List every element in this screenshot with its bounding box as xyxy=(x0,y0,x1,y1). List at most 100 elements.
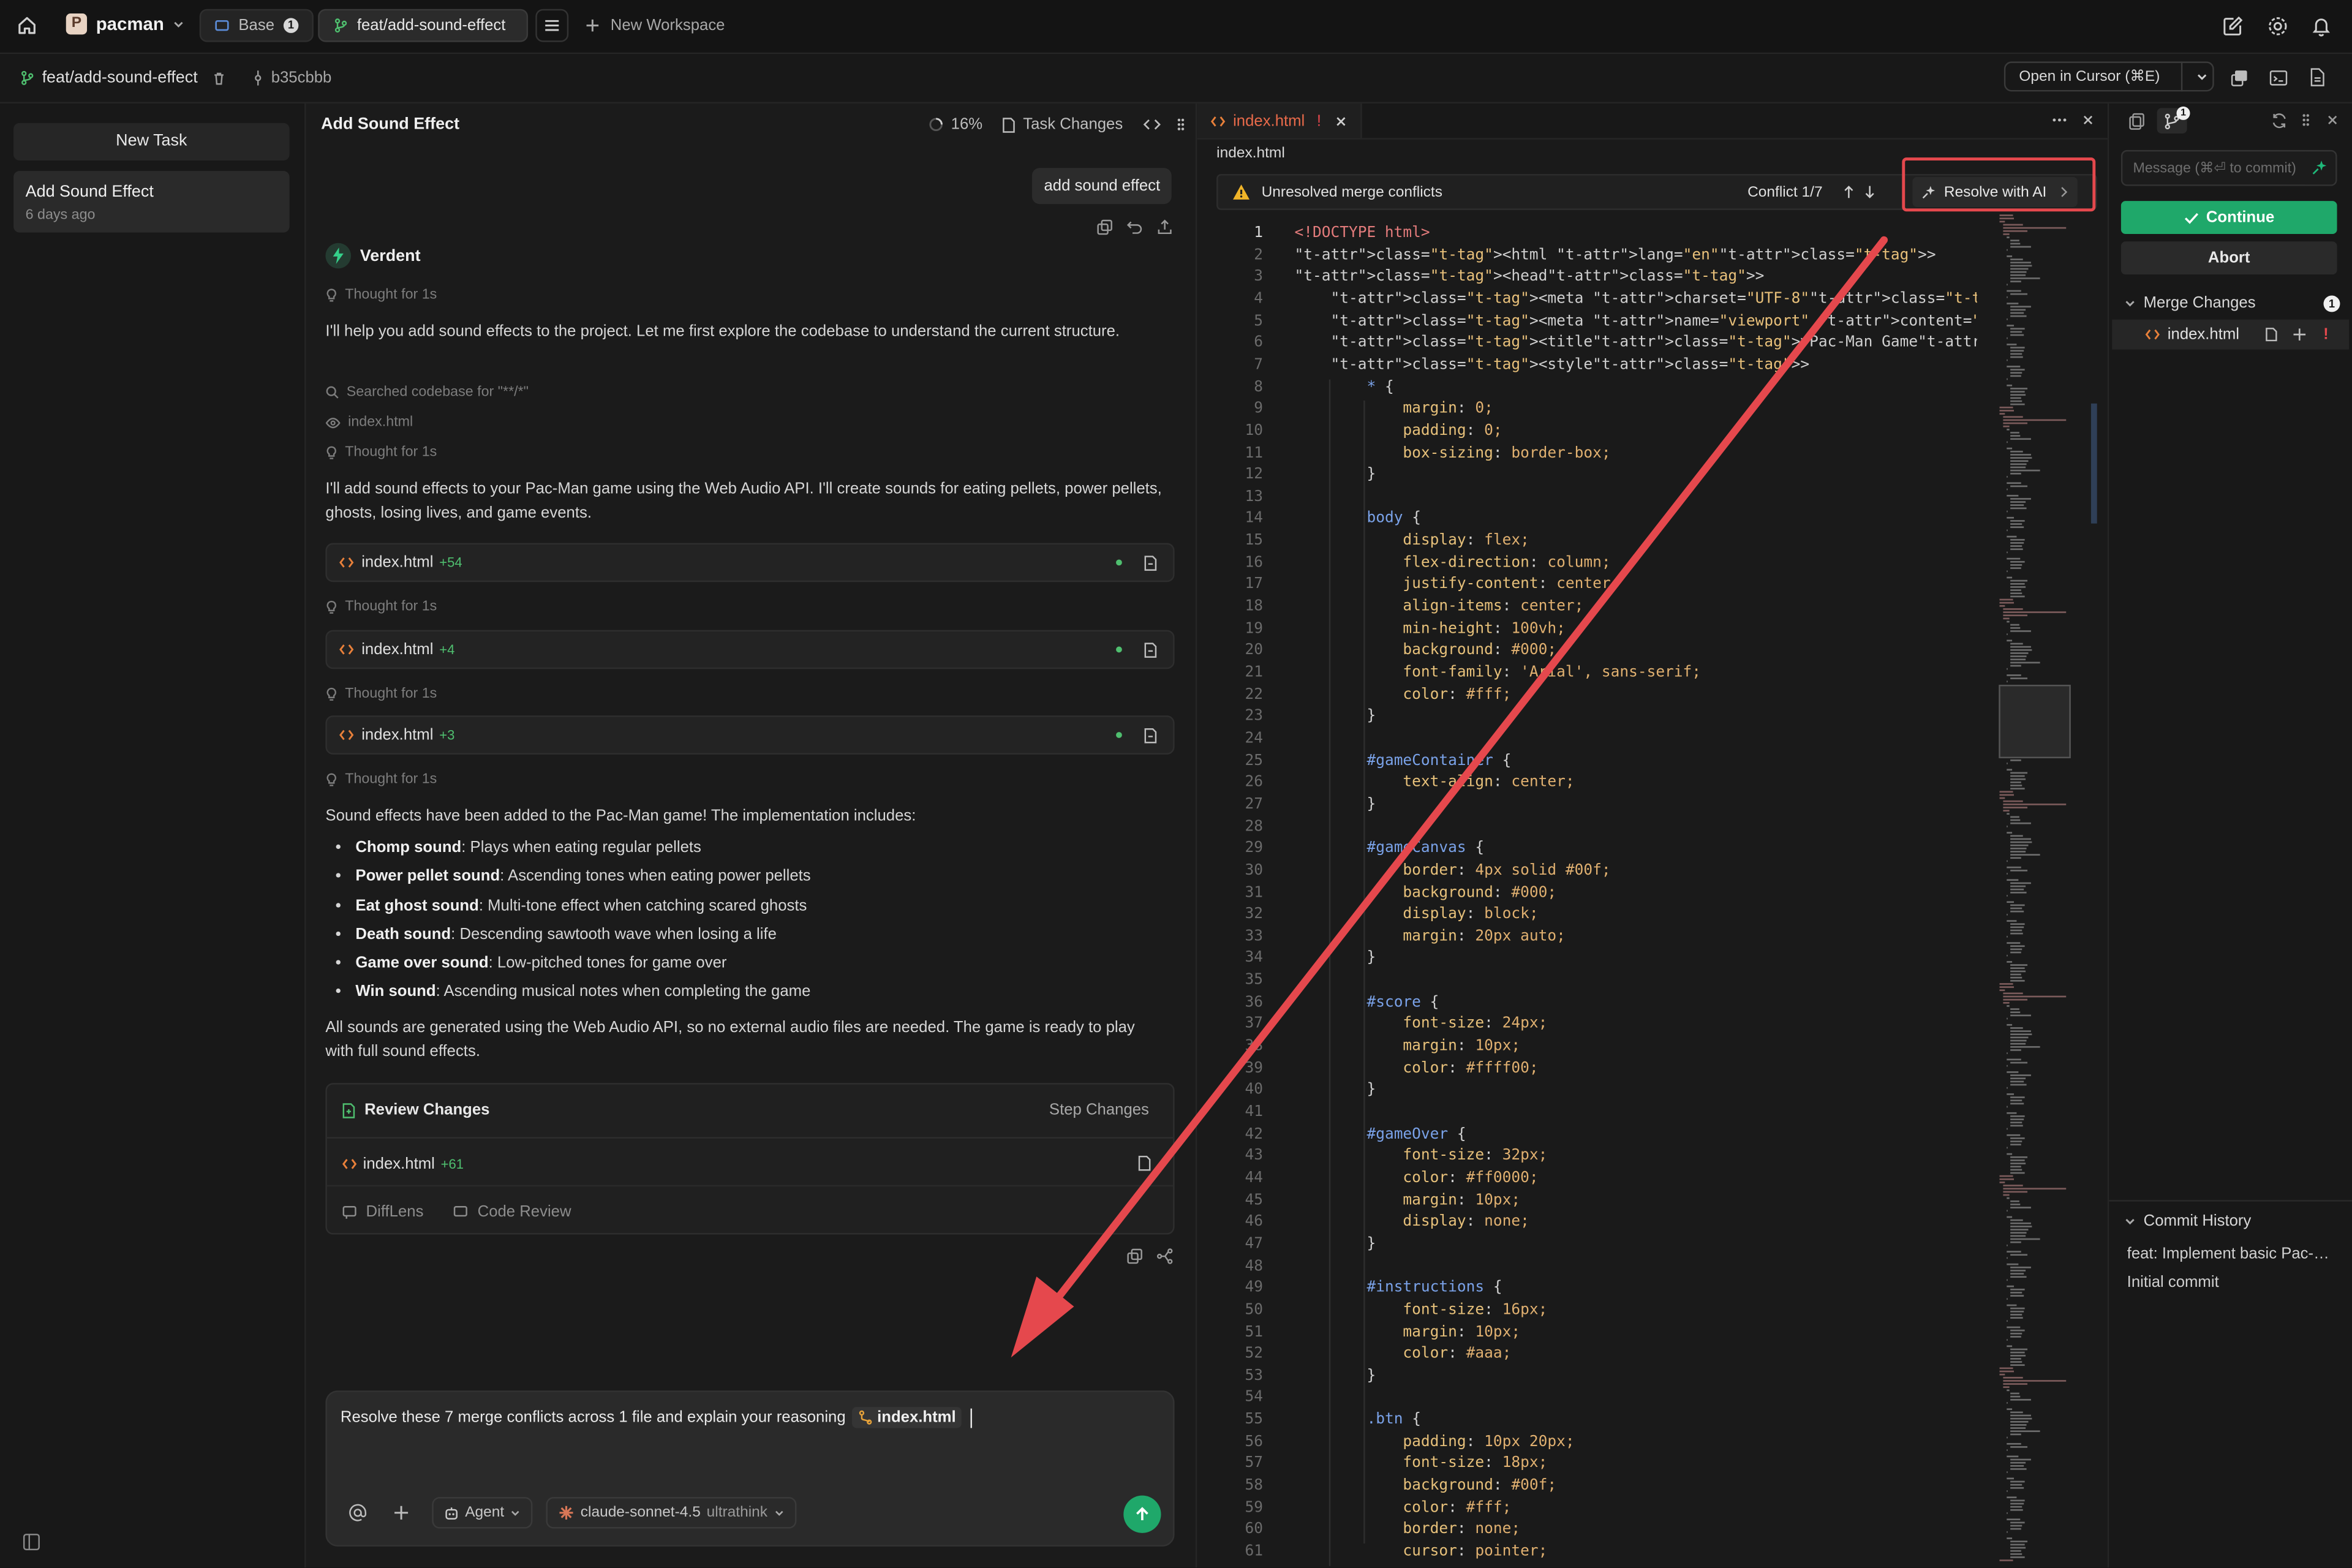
minimap-scrollbar[interactable] xyxy=(2090,403,2097,524)
menu-icon[interactable] xyxy=(535,9,569,42)
open-in-cursor-button[interactable]: Open in Cursor (⌘E) xyxy=(2003,61,2214,92)
minimap-line xyxy=(1999,217,2015,220)
copy-window-icon[interactable] xyxy=(2231,69,2248,87)
merge-changes-header[interactable]: Merge Changes 1 xyxy=(2124,294,2340,312)
edit-added-count: +54 xyxy=(439,555,462,570)
collapse-sidebar-icon[interactable] xyxy=(23,1533,40,1551)
home-icon[interactable] xyxy=(17,15,37,36)
copy-icon[interactable] xyxy=(1096,219,1113,236)
minimap-line xyxy=(2010,1358,2021,1360)
thought-indicator[interactable]: Thought for 1s xyxy=(325,685,437,702)
source-control-icon[interactable]: 1 xyxy=(2157,106,2190,134)
minimap-line xyxy=(1999,1373,2005,1376)
edit-card[interactable]: index.html +3 xyxy=(325,715,1175,755)
commit-item[interactable]: Initial commit xyxy=(2127,1273,2340,1291)
warning-icon xyxy=(1232,183,1251,201)
close-icon[interactable] xyxy=(1335,115,1347,127)
code-line: text-align: center; xyxy=(1403,774,1575,791)
tab-base[interactable]: Base 1 xyxy=(199,9,314,42)
refresh-icon[interactable] xyxy=(2271,113,2288,129)
close-icon[interactable] xyxy=(2326,114,2339,126)
view-step[interactable]: index.html xyxy=(325,414,413,431)
search-step[interactable]: Searched codebase for "**/*" xyxy=(325,384,529,401)
file-mention-chip[interactable]: index.html xyxy=(851,1407,962,1428)
continue-button[interactable]: Continue xyxy=(2120,201,2337,235)
new-task-button[interactable]: New Task xyxy=(13,123,290,161)
code-line: font-size: 32px; xyxy=(1403,1148,1548,1165)
minimap-line xyxy=(2010,1332,2022,1335)
edit-card[interactable]: index.html +54 xyxy=(325,543,1175,582)
undo-icon[interactable] xyxy=(1126,219,1143,236)
gear-icon[interactable] xyxy=(2266,15,2289,37)
minimap-line xyxy=(2007,901,2015,903)
minimap-line xyxy=(2010,649,2032,651)
code-line: display: block; xyxy=(1403,906,1539,923)
open-file-icon[interactable] xyxy=(1143,555,1158,571)
copy-icon[interactable] xyxy=(1126,1248,1143,1265)
compose-icon[interactable] xyxy=(2222,15,2244,37)
minimap-line xyxy=(2010,838,2031,840)
share-icon[interactable] xyxy=(1156,219,1173,236)
code-review-button[interactable]: Code Review xyxy=(478,1203,571,1221)
next-conflict-icon[interactable] xyxy=(1864,184,1875,199)
branch-icon xyxy=(214,18,229,32)
task-item[interactable]: Add Sound Effect 6 days ago xyxy=(13,171,290,233)
editor-tab[interactable]: index.html ! xyxy=(1197,103,1362,138)
code-area[interactable]: 1 2 3 4 5 6 7 8 9 10 11 12 13 14 15 16 17 18 19 20 21 22 23 24 2… xyxy=(1197,222,1977,1567)
merge-file-row[interactable]: index.html ! xyxy=(2112,319,2350,350)
stage-file-icon[interactable] xyxy=(2292,327,2307,342)
notification-icon[interactable] xyxy=(2310,15,2332,37)
thought-indicator[interactable]: Thought for 1s xyxy=(325,287,437,303)
code-icon[interactable] xyxy=(1142,117,1160,132)
open-file-icon[interactable] xyxy=(1143,642,1158,658)
mention-icon[interactable] xyxy=(348,1503,368,1523)
composer-input[interactable]: Resolve these 7 merge conflicts across 1… xyxy=(341,1407,973,1428)
chevron-down-icon[interactable] xyxy=(2182,70,2208,83)
file-icon[interactable] xyxy=(2309,67,2326,87)
thought-indicator[interactable]: Thought for 1s xyxy=(325,598,437,615)
review-file-row[interactable]: index.html +61 xyxy=(342,1155,464,1173)
commit-item[interactable]: feat: Implement basic Pac-Man game xyxy=(2127,1245,2340,1263)
difflens-button[interactable]: DiffLens xyxy=(366,1203,424,1221)
minimap-line xyxy=(2003,995,2067,998)
open-file-icon[interactable] xyxy=(1143,728,1158,744)
minimap-line xyxy=(2010,1172,2025,1174)
previous-conflict-icon[interactable] xyxy=(1844,184,1854,199)
more-vertical-icon[interactable] xyxy=(1175,117,1185,132)
code-line: background: #00f; xyxy=(1403,1477,1557,1494)
minimap-line xyxy=(2010,1042,2026,1045)
files-icon[interactable] xyxy=(2128,113,2145,130)
minimap-line xyxy=(2010,369,2025,371)
model-select[interactable]: claude-sonnet-4.5 ultrathink xyxy=(546,1497,796,1529)
minimap-line xyxy=(2007,920,2017,922)
minimap-line xyxy=(2010,567,2021,569)
more-horizontal-icon[interactable] xyxy=(2052,117,2067,123)
new-workspace-button[interactable]: New Workspace xyxy=(585,17,725,34)
trash-icon[interactable] xyxy=(211,70,226,85)
close-icon[interactable] xyxy=(2082,114,2094,126)
minimap-line xyxy=(2010,772,2028,774)
commit-history-header[interactable]: Commit History xyxy=(2124,1212,2251,1230)
step-changes-button[interactable]: Step Changes xyxy=(1049,1101,1149,1119)
project-switcher[interactable]: P pacman xyxy=(66,13,185,35)
commit-message-input[interactable]: Message (⌘⏎ to commit) xyxy=(2120,149,2337,186)
tab-feat-add-sound-effect[interactable]: feat/add-sound-effect xyxy=(318,9,529,42)
add-attachment-icon[interactable] xyxy=(391,1503,411,1523)
open-file-icon[interactable] xyxy=(2265,327,2278,342)
terminal-icon[interactable] xyxy=(2269,69,2288,87)
fork-icon[interactable] xyxy=(1156,1248,1173,1265)
send-button[interactable] xyxy=(1123,1495,1161,1533)
generate-message-icon[interactable] xyxy=(2305,151,2336,185)
thought-indicator[interactable]: Thought for 1s xyxy=(325,444,437,461)
edit-card[interactable]: index.html +4 xyxy=(325,630,1175,669)
task-changes-button[interactable]: Task Changes xyxy=(1023,116,1123,134)
agent-mode-select[interactable]: Agent xyxy=(432,1497,533,1529)
minimap[interactable] xyxy=(1988,211,2100,1568)
line-number: 38 xyxy=(1245,1038,1264,1055)
code-line: "t-attr">class="t-tag"><html "t-attr">la… xyxy=(1294,247,1936,264)
open-file-icon[interactable] xyxy=(1137,1155,1152,1172)
thought-indicator[interactable]: Thought for 1s xyxy=(325,771,437,788)
more-vertical-icon[interactable] xyxy=(2301,113,2310,127)
abort-button[interactable]: Abort xyxy=(2120,241,2337,275)
breadcrumb[interactable]: index.html xyxy=(1216,146,1285,162)
